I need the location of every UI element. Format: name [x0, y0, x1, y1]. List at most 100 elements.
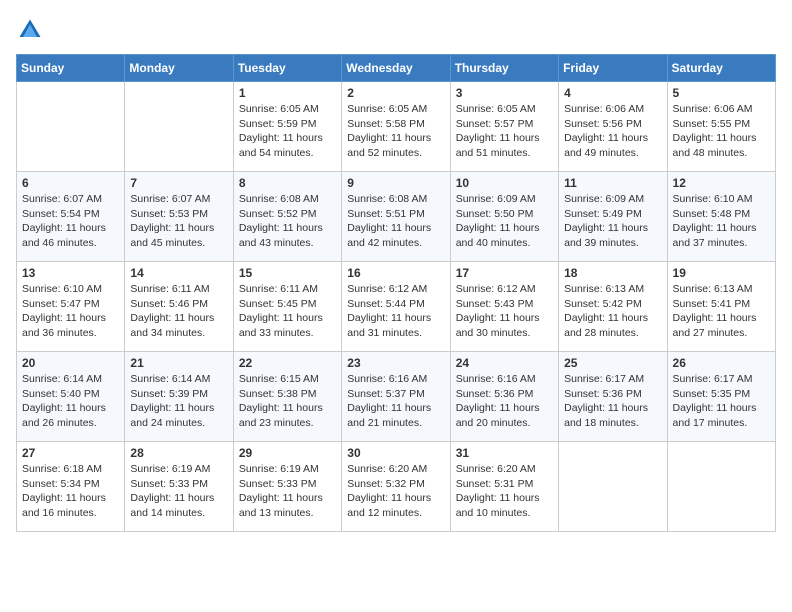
calendar-cell: 2 Sunrise: 6:05 AMSunset: 5:58 PMDaylight… — [342, 82, 450, 172]
day-info: Sunrise: 6:09 AMSunset: 5:49 PMDaylight:… — [564, 192, 661, 251]
calendar-cell: 18 Sunrise: 6:13 AMSunset: 5:42 PMDayligh… — [559, 262, 667, 352]
day-info: Sunrise: 6:10 AMSunset: 5:47 PMDaylight:… — [22, 282, 119, 341]
calendar-week-row: 27 Sunrise: 6:18 AMSunset: 5:34 PMDayligh… — [17, 442, 776, 532]
day-info: Sunrise: 6:07 AMSunset: 5:53 PMDaylight:… — [130, 192, 227, 251]
calendar-cell: 5Sunrise: 6:06 AMSunset: 5:55 PMDaylight… — [667, 82, 775, 172]
day-info: Sunrise: 6:11 AMSunset: 5:45 PMDaylight:… — [239, 282, 336, 341]
day-info: Sunrise: 6:05 AMSunset: 5:57 PMDaylight:… — [456, 102, 553, 161]
day-number: 23 — [347, 356, 444, 370]
calendar-cell: 7 Sunrise: 6:07 AMSunset: 5:53 PMDaylight… — [125, 172, 233, 262]
day-number: 26 — [673, 356, 770, 370]
calendar-cell: 23 Sunrise: 6:16 AMSunset: 5:37 PMDayligh… — [342, 352, 450, 442]
day-info: Sunrise: 6:08 AMSunset: 5:52 PMDaylight:… — [239, 192, 336, 251]
calendar-cell: 4Sunrise: 6:06 AMSunset: 5:56 PMDaylight… — [559, 82, 667, 172]
calendar-cell: 11Sunrise: 6:09 AMSunset: 5:49 PMDayligh… — [559, 172, 667, 262]
calendar-week-row: 6 Sunrise: 6:07 AMSunset: 5:54 PMDaylight… — [17, 172, 776, 262]
calendar-week-row: 20 Sunrise: 6:14 AMSunset: 5:40 PMDayligh… — [17, 352, 776, 442]
day-info: Sunrise: 6:14 AMSunset: 5:40 PMDaylight:… — [22, 372, 119, 431]
day-info: Sunrise: 6:12 AMSunset: 5:44 PMDaylight:… — [347, 282, 444, 341]
day-number: 30 — [347, 446, 444, 460]
day-info: Sunrise: 6:15 AMSunset: 5:38 PMDaylight:… — [239, 372, 336, 431]
calendar-cell: 25Sunrise: 6:17 AMSunset: 5:36 PMDayligh… — [559, 352, 667, 442]
day-info: Sunrise: 6:12 AMSunset: 5:43 PMDaylight:… — [456, 282, 553, 341]
day-number: 8 — [239, 176, 336, 190]
logo-icon — [16, 16, 44, 44]
day-number: 1 — [239, 86, 336, 100]
day-info: Sunrise: 6:08 AMSunset: 5:51 PMDaylight:… — [347, 192, 444, 251]
day-info: Sunrise: 6:17 AMSunset: 5:35 PMDaylight:… — [673, 372, 770, 431]
day-info: Sunrise: 6:16 AMSunset: 5:37 PMDaylight:… — [347, 372, 444, 431]
day-info: Sunrise: 6:10 AMSunset: 5:48 PMDaylight:… — [673, 192, 770, 251]
day-number: 15 — [239, 266, 336, 280]
day-number: 13 — [22, 266, 119, 280]
day-number: 27 — [22, 446, 119, 460]
calendar-cell: 3 Sunrise: 6:05 AMSunset: 5:57 PMDaylight… — [450, 82, 558, 172]
day-number: 9 — [347, 176, 444, 190]
weekday-header: Thursday — [450, 55, 558, 82]
day-number: 22 — [239, 356, 336, 370]
calendar-cell — [17, 82, 125, 172]
day-info: Sunrise: 6:07 AMSunset: 5:54 PMDaylight:… — [22, 192, 119, 251]
day-info: Sunrise: 6:20 AMSunset: 5:32 PMDaylight:… — [347, 462, 444, 521]
calendar-table: SundayMondayTuesdayWednesdayThursdayFrid… — [16, 54, 776, 532]
day-number: 17 — [456, 266, 553, 280]
calendar-cell: 21Sunrise: 6:14 AMSunset: 5:39 PMDayligh… — [125, 352, 233, 442]
day-number: 7 — [130, 176, 227, 190]
day-info: Sunrise: 6:13 AMSunset: 5:41 PMDaylight:… — [673, 282, 770, 341]
calendar-cell: 28 Sunrise: 6:19 AMSunset: 5:33 PMDayligh… — [125, 442, 233, 532]
day-info: Sunrise: 6:11 AMSunset: 5:46 PMDaylight:… — [130, 282, 227, 341]
day-info: Sunrise: 6:16 AMSunset: 5:36 PMDaylight:… — [456, 372, 553, 431]
weekday-header: Sunday — [17, 55, 125, 82]
weekday-header: Friday — [559, 55, 667, 82]
day-info: Sunrise: 6:19 AMSunset: 5:33 PMDaylight:… — [239, 462, 336, 521]
day-number: 21 — [130, 356, 227, 370]
calendar-cell: 10 Sunrise: 6:09 AMSunset: 5:50 PMDayligh… — [450, 172, 558, 262]
day-number: 20 — [22, 356, 119, 370]
calendar-cell: 13 Sunrise: 6:10 AMSunset: 5:47 PMDayligh… — [17, 262, 125, 352]
day-info: Sunrise: 6:20 AMSunset: 5:31 PMDaylight:… — [456, 462, 553, 521]
calendar-cell — [125, 82, 233, 172]
calendar-cell: 22 Sunrise: 6:15 AMSunset: 5:38 PMDayligh… — [233, 352, 341, 442]
day-number: 28 — [130, 446, 227, 460]
calendar-cell: 31 Sunrise: 6:20 AMSunset: 5:31 PMDayligh… — [450, 442, 558, 532]
calendar-cell: 19 Sunrise: 6:13 AMSunset: 5:41 PMDayligh… — [667, 262, 775, 352]
day-info: Sunrise: 6:09 AMSunset: 5:50 PMDaylight:… — [456, 192, 553, 251]
weekday-header: Saturday — [667, 55, 775, 82]
day-number: 10 — [456, 176, 553, 190]
weekday-header: Tuesday — [233, 55, 341, 82]
day-number: 2 — [347, 86, 444, 100]
weekday-header: Monday — [125, 55, 233, 82]
page-header — [16, 16, 776, 44]
day-number: 19 — [673, 266, 770, 280]
calendar-cell: 15 Sunrise: 6:11 AMSunset: 5:45 PMDayligh… — [233, 262, 341, 352]
logo — [16, 16, 48, 44]
calendar-week-row: 13 Sunrise: 6:10 AMSunset: 5:47 PMDayligh… — [17, 262, 776, 352]
calendar-cell: 24Sunrise: 6:16 AMSunset: 5:36 PMDayligh… — [450, 352, 558, 442]
day-number: 18 — [564, 266, 661, 280]
calendar-cell: 1 Sunrise: 6:05 AMSunset: 5:59 PMDaylight… — [233, 82, 341, 172]
day-number: 25 — [564, 356, 661, 370]
day-number: 3 — [456, 86, 553, 100]
calendar-cell: 14Sunrise: 6:11 AMSunset: 5:46 PMDayligh… — [125, 262, 233, 352]
day-info: Sunrise: 6:18 AMSunset: 5:34 PMDaylight:… — [22, 462, 119, 521]
day-number: 12 — [673, 176, 770, 190]
day-info: Sunrise: 6:05 AMSunset: 5:59 PMDaylight:… — [239, 102, 336, 161]
calendar-cell: 12 Sunrise: 6:10 AMSunset: 5:48 PMDayligh… — [667, 172, 775, 262]
day-number: 6 — [22, 176, 119, 190]
calendar-cell: 8 Sunrise: 6:08 AMSunset: 5:52 PMDaylight… — [233, 172, 341, 262]
day-info: Sunrise: 6:19 AMSunset: 5:33 PMDaylight:… — [130, 462, 227, 521]
calendar-cell: 17 Sunrise: 6:12 AMSunset: 5:43 PMDayligh… — [450, 262, 558, 352]
calendar-cell: 9 Sunrise: 6:08 AMSunset: 5:51 PMDaylight… — [342, 172, 450, 262]
calendar-cell: 27 Sunrise: 6:18 AMSunset: 5:34 PMDayligh… — [17, 442, 125, 532]
calendar-cell: 6 Sunrise: 6:07 AMSunset: 5:54 PMDaylight… — [17, 172, 125, 262]
day-info: Sunrise: 6:13 AMSunset: 5:42 PMDaylight:… — [564, 282, 661, 341]
weekday-header: Wednesday — [342, 55, 450, 82]
day-info: Sunrise: 6:06 AMSunset: 5:56 PMDaylight:… — [564, 102, 661, 161]
day-info: Sunrise: 6:05 AMSunset: 5:58 PMDaylight:… — [347, 102, 444, 161]
calendar-cell — [559, 442, 667, 532]
calendar-cell: 26 Sunrise: 6:17 AMSunset: 5:35 PMDayligh… — [667, 352, 775, 442]
day-number: 31 — [456, 446, 553, 460]
day-number: 16 — [347, 266, 444, 280]
calendar-cell: 16 Sunrise: 6:12 AMSunset: 5:44 PMDayligh… — [342, 262, 450, 352]
calendar-week-row: 1 Sunrise: 6:05 AMSunset: 5:59 PMDaylight… — [17, 82, 776, 172]
